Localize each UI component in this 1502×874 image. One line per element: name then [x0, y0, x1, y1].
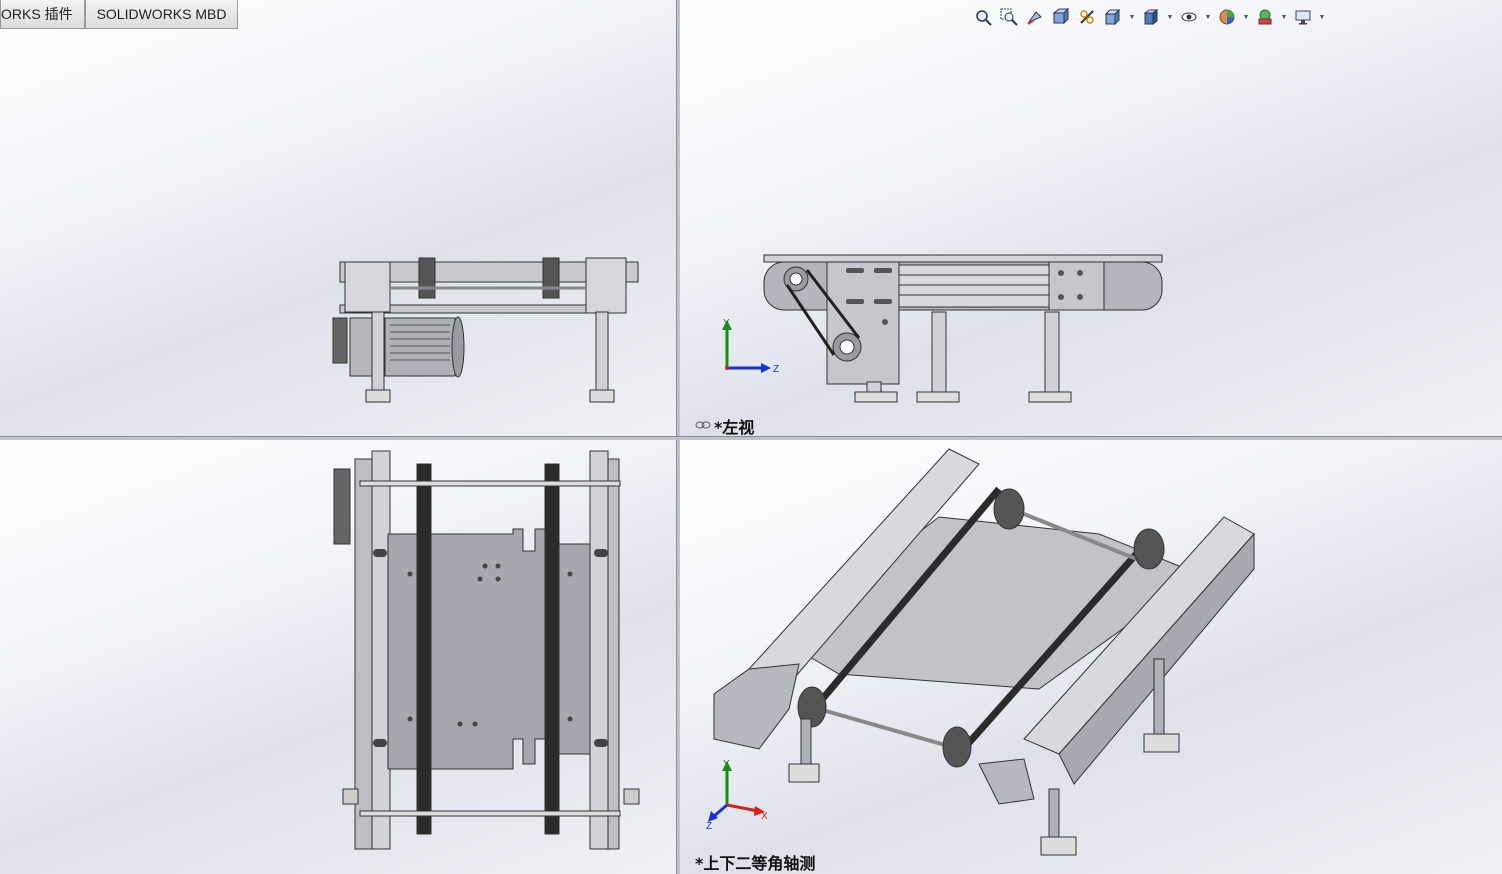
triad-y-label: Y: [723, 759, 730, 770]
triad-z-label: Z: [773, 364, 779, 375]
view-orientation-dropdown-icon[interactable]: ▼: [1128, 6, 1136, 28]
display-style-icon[interactable]: [1140, 6, 1162, 28]
view-name-isometric: *上下二等角轴测: [695, 854, 816, 873]
apply-scene-dropdown-icon[interactable]: ▼: [1280, 6, 1288, 28]
zoom-to-area-icon[interactable]: [998, 6, 1020, 28]
orientation-triad: Y Z: [722, 318, 779, 375]
view-orientation-icon[interactable]: [1102, 6, 1124, 28]
triad-x-label: X: [761, 811, 768, 822]
edit-appearance-icon[interactable]: [1216, 6, 1238, 28]
apply-scene-icon[interactable]: [1254, 6, 1276, 28]
view-link-icon: [695, 421, 711, 429]
model-left-view: [763, 254, 1163, 403]
model-front-view: [332, 257, 639, 403]
triad-z-label: Z: [706, 821, 712, 829]
section-view-icon[interactable]: [1050, 6, 1072, 28]
viewport-top-left[interactable]: [0, 0, 676, 436]
viewport-bottom-left[interactable]: [0, 439, 676, 874]
viewport-bottom-right[interactable]: Y X Z *上下二等角轴测: [679, 439, 1502, 874]
dynamic-annotation-icon[interactable]: [1076, 6, 1098, 28]
zoom-to-fit-icon[interactable]: [972, 6, 994, 28]
model-isometric-view: [713, 448, 1255, 856]
triad-y-label: Y: [723, 318, 730, 329]
command-manager-tabs: ORKS 插件 SOLIDWORKS MBD: [0, 0, 239, 29]
display-style-dropdown-icon[interactable]: ▼: [1166, 6, 1174, 28]
orientation-triad: Y X Z: [706, 759, 768, 829]
hide-show-dropdown-icon[interactable]: ▼: [1204, 6, 1212, 28]
hide-show-items-icon[interactable]: [1178, 6, 1200, 28]
view-name-left: *左视: [714, 418, 755, 436]
view-settings-dropdown-icon[interactable]: ▼: [1318, 6, 1326, 28]
edit-appearance-dropdown-icon[interactable]: ▼: [1242, 6, 1250, 28]
model-top-view: [333, 450, 640, 850]
tab-solidworks-addins[interactable]: ORKS 插件: [0, 0, 85, 29]
tab-solidworks-mbd[interactable]: SOLIDWORKS MBD: [84, 0, 239, 29]
viewport-splitter-horizontal[interactable]: [0, 436, 1502, 440]
heads-up-view-toolbar: ▼ ▼ ▼ ▼ ▼ ▼: [972, 6, 1326, 28]
previous-view-icon[interactable]: [1024, 6, 1046, 28]
viewport-top-right[interactable]: Y Z *左视: [679, 0, 1502, 436]
view-settings-icon[interactable]: [1292, 6, 1314, 28]
